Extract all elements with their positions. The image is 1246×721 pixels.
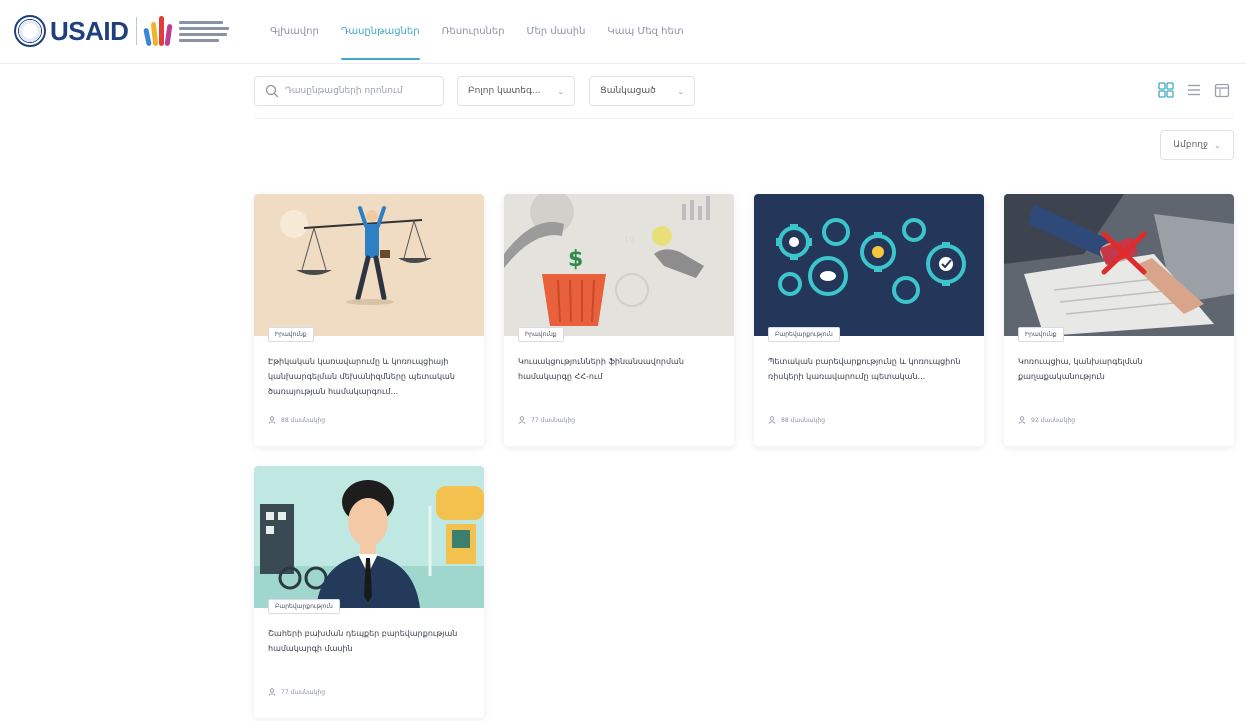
course-image: $ 10: [504, 194, 734, 336]
course-title[interactable]: Կոռուպցիա, կանխարգելման քաղաքականություն: [1018, 354, 1222, 384]
logo[interactable]: USAID: [14, 14, 230, 48]
nav-home[interactable]: Գլխավոր: [270, 0, 319, 64]
course-image: [754, 194, 984, 336]
course-title[interactable]: Էթիկական կառավարումը և կոռուպցիայի կանխա…: [268, 354, 472, 399]
course-participants-count: 92 մասնակից: [1031, 416, 1076, 424]
course-image: [1004, 194, 1234, 336]
course-category-badge: Իրավունք: [518, 327, 564, 342]
logo-text: USAID: [50, 15, 129, 46]
course-participants-count: 88 մասնակից: [781, 416, 826, 424]
level-select-value: Ցանկացած: [600, 86, 656, 96]
filter-divider: [254, 118, 1234, 119]
course-title[interactable]: Շահերի բախման դեպքեր բարեվարքության համա…: [268, 626, 472, 656]
sort-select[interactable]: Ամբողջ ⌄: [1160, 130, 1234, 160]
partner-logo-lines: [179, 20, 230, 42]
course-title[interactable]: Կուսակցությունների ֆինանսավորման համակար…: [518, 354, 722, 384]
course-participants: 77 մասնակից: [518, 416, 575, 424]
svg-text:$: $: [568, 247, 583, 272]
usaid-seal-icon: [14, 15, 46, 47]
user-icon: [268, 416, 276, 424]
search-icon: [265, 84, 279, 98]
grid-view-icon[interactable]: [1158, 82, 1174, 98]
list-view-icon[interactable]: [1186, 82, 1202, 98]
course-card[interactable]: $ 10 Իրավունք Կուսակցությունների ֆինանսա…: [504, 194, 734, 446]
course-category-badge: Իրավունք: [268, 327, 314, 342]
view-toggle: [1158, 82, 1230, 98]
businessman-illustration: [254, 466, 484, 608]
main-nav: Գլխավոր Դասընթացներ Ռեսուրսներ Մեր մասին…: [270, 0, 684, 64]
partner-logo-icon: [143, 16, 173, 47]
chevron-down-icon: ⌄: [677, 86, 684, 96]
course-category-badge: Բարեվարքություն: [768, 327, 840, 342]
course-participants: 77 մասնակից: [268, 688, 325, 696]
course-card[interactable]: Իրավունք Կոռուպցիա, կանխարգելման քաղաքակ…: [1004, 194, 1234, 446]
nav-resources[interactable]: Ռեսուրսներ: [442, 0, 505, 64]
search-input[interactable]: [285, 86, 435, 96]
user-icon: [268, 688, 276, 696]
chevron-down-icon: ⌄: [1214, 140, 1221, 150]
gears-illustration: [754, 194, 984, 336]
course-title[interactable]: Պետական բարեվարքությունը և կոռուպցիոն ռի…: [768, 354, 972, 384]
calendar-view-icon[interactable]: [1214, 82, 1230, 98]
balance-scale-illustration: [254, 194, 484, 336]
course-image: [254, 466, 484, 608]
course-card[interactable]: Բարեվարքություն Պետական բարեվարքությունը…: [754, 194, 984, 446]
course-category-badge: Իրավունք: [1018, 327, 1064, 342]
nav-about[interactable]: Մեր մասին: [527, 0, 586, 64]
course-card[interactable]: Իրավունք Էթիկական կառավարումը և կոռուպցի…: [254, 194, 484, 446]
nav-contact[interactable]: Կապ Մեզ հետ: [607, 0, 683, 64]
chevron-down-icon: ⌄: [557, 86, 564, 96]
category-select-value: Բոլոր կատեգ...: [468, 86, 541, 96]
course-image: [254, 194, 484, 336]
category-select[interactable]: Բոլոր կատեգ... ⌄: [457, 76, 575, 106]
course-participants-count: 77 մասնակից: [531, 416, 576, 424]
nav-courses[interactable]: Դասընթացներ: [340, 0, 420, 64]
sort-select-value: Ամբողջ: [1173, 140, 1209, 150]
course-participants: 92 մասնակից: [1018, 416, 1075, 424]
money-basket-illustration: $ 10: [504, 194, 734, 336]
level-select[interactable]: Ցանկացած ⌄: [589, 76, 695, 106]
course-category-badge: Բարեվարքություն: [268, 599, 340, 614]
logo-divider: [136, 17, 138, 45]
course-participants: 88 մասնակից: [768, 416, 825, 424]
course-participants-count: 88 մասնակից: [281, 416, 326, 424]
user-icon: [518, 416, 526, 424]
search-box[interactable]: [254, 76, 444, 106]
top-header: USAID Գլխավոր Դասընթացներ Ռեսուրսներ Մեր…: [0, 0, 1246, 64]
course-participants-count: 77 մասնակից: [281, 688, 326, 696]
svg-text:10: 10: [624, 235, 634, 244]
course-participants: 88 մասնակից: [268, 416, 325, 424]
user-icon: [1018, 416, 1026, 424]
course-card[interactable]: Բարեվարքություն Շահերի բախման դեպքեր բար…: [254, 466, 484, 718]
bribe-handshake-photo: [1004, 194, 1234, 336]
user-icon: [768, 416, 776, 424]
